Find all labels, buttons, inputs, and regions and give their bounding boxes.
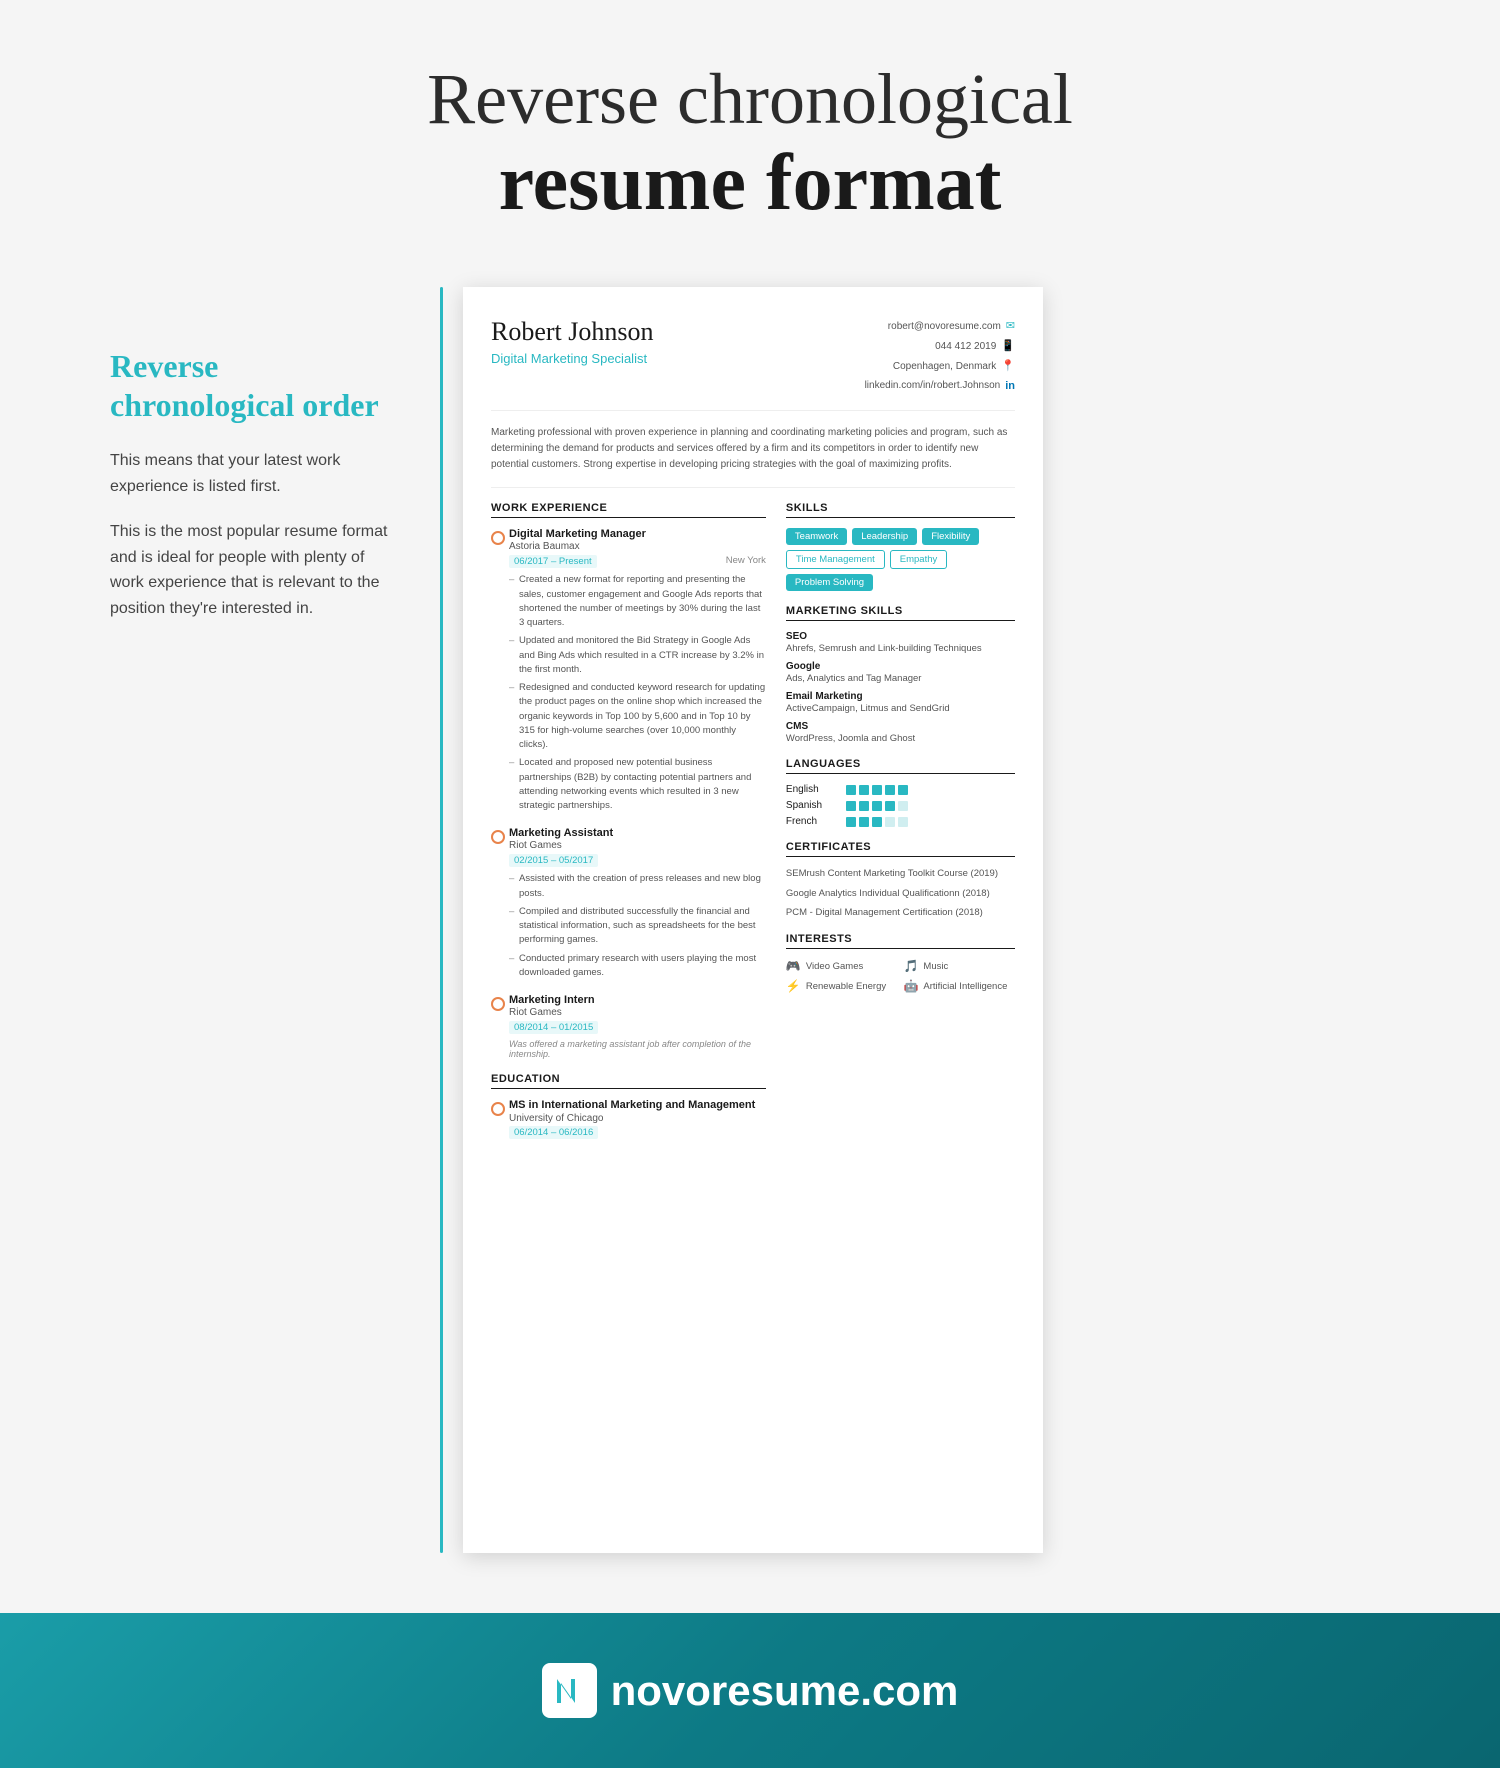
- spanish-dots: [846, 801, 908, 811]
- main-content: Reverse chronological order This means t…: [50, 267, 1450, 1573]
- skill-flexibility: Flexibility: [922, 528, 979, 545]
- date-range-1: 06/2017 – Present: [509, 555, 597, 568]
- resume-summary: Marketing professional with proven exper…: [491, 425, 1015, 488]
- contact-info: robert@novoresume.com ✉ 044 412 2019 📱 C…: [865, 317, 1015, 396]
- job-title-1: Digital Marketing Manager: [509, 528, 766, 540]
- description-1: This means that your latest work experie…: [110, 448, 390, 499]
- resume-header: Robert Johnson Digital Marketing Special…: [491, 317, 1015, 411]
- title-bold: resume format: [20, 139, 1480, 227]
- page-footer: novoresume.com: [0, 1613, 1500, 1768]
- bullets-2: Assisted with the creation of press rele…: [509, 872, 766, 980]
- resume-body: WORK EXPERIENCE Digital Marketing Manage…: [491, 502, 1015, 1149]
- email-icon: ✉: [1006, 317, 1015, 337]
- interests-header: INTERESTS: [786, 933, 1015, 949]
- language-spanish: Spanish: [786, 800, 1015, 811]
- bracket-area: [430, 287, 463, 1553]
- skill-leadership: Leadership: [852, 528, 917, 545]
- bullet-item: Updated and monitored the Bid Strategy i…: [509, 634, 766, 677]
- left-panel: Reverse chronological order This means t…: [110, 287, 430, 1553]
- bullet-item: Compiled and distributed successfully th…: [509, 905, 766, 948]
- resume-identity: Robert Johnson Digital Marketing Special…: [491, 317, 654, 366]
- location-1: New York: [726, 555, 766, 568]
- dates-3: 08/2014 – 01/2015: [509, 1021, 766, 1034]
- bullet-item: Created a new format for reporting and p…: [509, 573, 766, 630]
- contact-email: robert@novoresume.com ✉: [865, 317, 1015, 337]
- date-range-3: 08/2014 – 01/2015: [509, 1021, 598, 1034]
- footer-logo: novoresume.com: [542, 1663, 959, 1718]
- bullet-item: Redesigned and conducted keyword researc…: [509, 681, 766, 752]
- skills-header: SKILLS: [786, 502, 1015, 518]
- interest-music: 🎵 Music: [903, 959, 1015, 973]
- mskill-google: Google Ads, Analytics and Tag Manager: [786, 661, 1015, 684]
- cert-3: PCM - Digital Management Certification (…: [786, 906, 1015, 919]
- skill-time-mgmt: Time Management: [786, 550, 885, 569]
- intern-note: Was offered a marketing assistant job af…: [509, 1039, 766, 1059]
- footer-domain: novoresume.com: [611, 1667, 959, 1715]
- edu-entry-1: MS in International Marketing and Manage…: [491, 1099, 766, 1139]
- interest-renewable-energy: ⚡ Renewable Energy: [786, 979, 898, 993]
- contact-linkedin: linkedin.com/in/robert.Johnson in: [865, 377, 1015, 397]
- edu-degree: MS in International Marketing and Manage…: [509, 1099, 766, 1111]
- work-entry-3: Marketing Intern Riot Games 08/2014 – 01…: [491, 994, 766, 1059]
- location-icon: 📍: [1001, 357, 1015, 377]
- company-1: Astoria Baumax: [509, 541, 766, 552]
- energy-icon: ⚡: [786, 979, 801, 993]
- languages-header: LANGUAGES: [786, 758, 1015, 774]
- music-icon: 🎵: [903, 959, 918, 973]
- skill-teamwork: Teamwork: [786, 528, 847, 545]
- date-range-2: 02/2015 – 05/2017: [509, 854, 598, 867]
- edu-dates: 06/2014 – 06/2016: [509, 1126, 598, 1139]
- interest-video-games: 🎮 Video Games: [786, 959, 898, 973]
- french-dots: [846, 817, 908, 827]
- bullet-item: Conducted primary research with users pl…: [509, 952, 766, 981]
- cert-2: Google Analytics Individual Qualificatio…: [786, 887, 1015, 900]
- dates-2: 02/2015 – 05/2017: [509, 854, 766, 867]
- edu-school: University of Chicago: [509, 1113, 766, 1124]
- description-2: This is the most popular resume format a…: [110, 519, 390, 621]
- resume-card: Robert Johnson Digital Marketing Special…: [463, 287, 1043, 1553]
- video-games-icon: 🎮: [786, 959, 801, 973]
- resume-name: Robert Johnson: [491, 317, 654, 347]
- interests-grid: 🎮 Video Games 🎵 Music ⚡ Renewable Energy…: [786, 959, 1015, 993]
- cert-1: SEMrush Content Marketing Toolkit Course…: [786, 867, 1015, 880]
- skills-tags: Teamwork Leadership Flexibility Time Man…: [786, 528, 1015, 591]
- linkedin-icon: in: [1005, 377, 1015, 397]
- education-header: EDUCATION: [491, 1073, 766, 1089]
- work-entry-2: Marketing Assistant Riot Games 02/2015 –…: [491, 827, 766, 980]
- title-light: Reverse chronological: [20, 60, 1480, 139]
- work-experience-header: WORK EXPERIENCE: [491, 502, 766, 518]
- dates-1: 06/2017 – Present New York: [509, 555, 766, 568]
- resume-job-title: Digital Marketing Specialist: [491, 351, 654, 366]
- bullet-item: Assisted with the creation of press rele…: [509, 872, 766, 901]
- footer-n-icon: [542, 1663, 597, 1718]
- contact-phone: 044 412 2019 📱: [865, 337, 1015, 357]
- bracket-line: [440, 287, 443, 1553]
- certificates-header: CERTIFICATES: [786, 841, 1015, 857]
- mskill-cms: CMS WordPress, Joomla and Ghost: [786, 721, 1015, 744]
- skill-empathy: Empathy: [890, 550, 948, 569]
- work-entry-1: Digital Marketing Manager Astoria Baumax…: [491, 528, 766, 813]
- job-title-3: Marketing Intern: [509, 994, 766, 1006]
- language-french: French: [786, 816, 1015, 827]
- mskill-email: Email Marketing ActiveCampaign, Litmus a…: [786, 691, 1015, 714]
- interest-ai: 🤖 Artificial Intelligence: [903, 979, 1015, 993]
- job-title-2: Marketing Assistant: [509, 827, 766, 839]
- section-title: Reverse chronological order: [110, 347, 390, 424]
- phone-icon: 📱: [1001, 337, 1015, 357]
- english-dots: [846, 785, 908, 795]
- marketing-skills-header: MARKETING SKILLS: [786, 605, 1015, 621]
- bullet-item: Located and proposed new potential busin…: [509, 756, 766, 813]
- resume-left-col: WORK EXPERIENCE Digital Marketing Manage…: [491, 502, 766, 1149]
- resume-right-col: SKILLS Teamwork Leadership Flexibility T…: [786, 502, 1015, 1149]
- skill-problem-solving: Problem Solving: [786, 574, 873, 591]
- page-header: Reverse chronological resume format: [0, 0, 1500, 267]
- ai-icon: 🤖: [903, 979, 918, 993]
- language-english: English: [786, 784, 1015, 795]
- bullets-1: Created a new format for reporting and p…: [509, 573, 766, 813]
- contact-location: Copenhagen, Denmark 📍: [865, 357, 1015, 377]
- company-2: Riot Games: [509, 840, 766, 851]
- mskill-seo: SEO Ahrefs, Semrush and Link-building Te…: [786, 631, 1015, 654]
- company-3: Riot Games: [509, 1007, 766, 1018]
